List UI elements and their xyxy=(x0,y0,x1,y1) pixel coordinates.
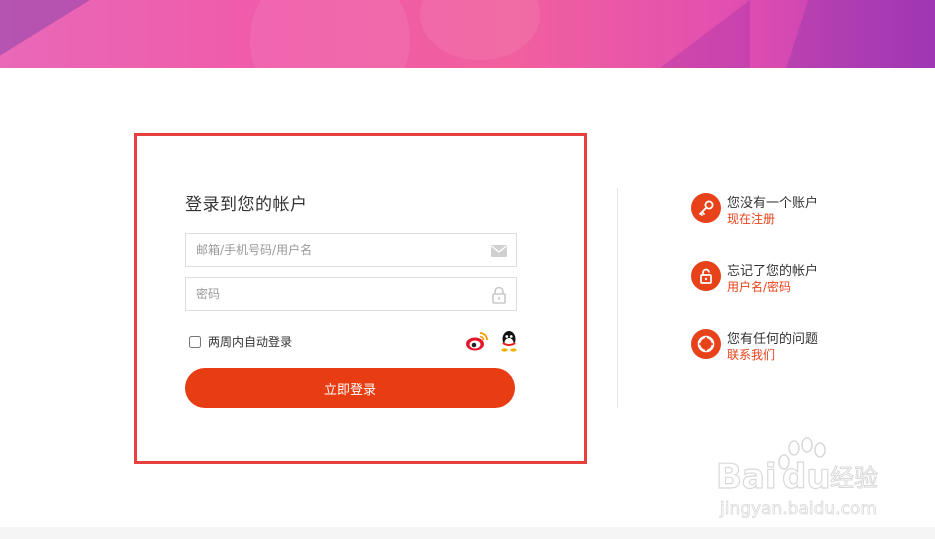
help-item-contact: 您有任何的问题 联系我们 xyxy=(691,327,891,363)
banner-shape xyxy=(420,0,540,60)
banner-shape xyxy=(250,0,410,68)
svg-text:jingyan.baidu.com: jingyan.baidu.com xyxy=(719,499,877,519)
help-title: 您没有一个账户 xyxy=(727,196,819,211)
login-title: 登录到您的帐户 xyxy=(185,195,308,215)
login-panel: 登录到您的帐户 两周内自动登录 立即登录 xyxy=(134,133,587,464)
username-input[interactable] xyxy=(186,234,516,266)
top-banner xyxy=(0,0,935,68)
remember-label: 两周内自动登录 xyxy=(208,335,293,349)
banner-shape xyxy=(660,0,750,68)
recover-link[interactable]: 用户名/密码 xyxy=(727,278,791,295)
login-button[interactable]: 立即登录 xyxy=(185,368,515,408)
key-icon xyxy=(691,193,721,223)
svg-text:du: du xyxy=(782,457,831,497)
svg-text:Bai: Bai xyxy=(716,457,777,497)
banner-shape xyxy=(785,0,935,68)
remember-me[interactable]: 两周内自动登录 xyxy=(189,333,292,350)
help-title: 忘记了您的帐户 xyxy=(727,264,819,279)
weibo-icon[interactable] xyxy=(465,329,489,353)
lock-icon xyxy=(492,286,506,304)
contact-link[interactable]: 联系我们 xyxy=(727,346,775,363)
register-link[interactable]: 现在注册 xyxy=(727,210,775,227)
remember-checkbox[interactable] xyxy=(189,335,201,348)
help-item-register: 您没有一个账户 现在注册 xyxy=(691,191,891,227)
vertical-divider xyxy=(617,188,618,408)
unlock-icon xyxy=(691,261,721,291)
envelope-icon xyxy=(491,245,507,257)
password-field xyxy=(185,277,517,311)
lifebuoy-icon xyxy=(691,329,721,359)
svg-text:经验: 经验 xyxy=(830,464,878,492)
help-item-forgot: 忘记了您的帐户 用户名/密码 xyxy=(691,259,891,295)
footer-bar xyxy=(0,527,935,539)
baidu-jingyan-watermark: Bai du 经验 jingyan.baidu.com xyxy=(715,437,879,519)
banner-shape xyxy=(0,0,90,68)
qq-icon[interactable] xyxy=(497,329,521,353)
password-input[interactable] xyxy=(186,278,516,310)
help-title: 您有任何的问题 xyxy=(727,332,819,347)
username-field xyxy=(185,233,517,267)
